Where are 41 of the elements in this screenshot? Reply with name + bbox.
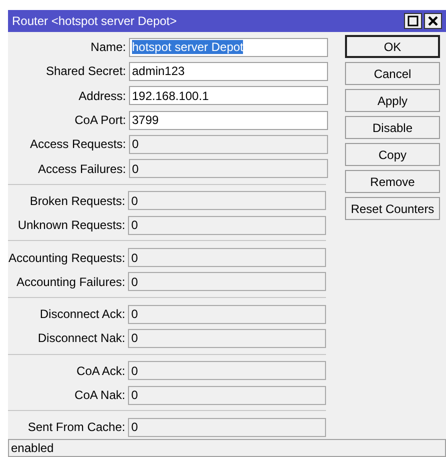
input-field[interactable]: 192.168.100.1 (129, 86, 328, 106)
dialog-button[interactable]: Cancel (345, 62, 440, 85)
input-field[interactable]: 3799 (129, 110, 328, 130)
field-label: Disconnect Nak: (36, 331, 126, 346)
field-label: CoA Nak: (74, 388, 126, 402)
readonly-field: 0 (128, 386, 326, 404)
dialog-button[interactable]: Disable (345, 116, 440, 139)
dialog-button[interactable]: Reset Counters (345, 197, 440, 220)
dialog-button[interactable]: OK (345, 35, 440, 58)
readonly-field: 0 (128, 361, 326, 380)
field-label: Address: (78, 88, 127, 103)
maximize-icon[interactable] (404, 13, 422, 29)
field-label: Name: (90, 40, 127, 54)
close-icon[interactable] (424, 13, 442, 29)
input-field[interactable]: hotspot server Depot (129, 38, 328, 57)
dialog-button[interactable]: Remove (345, 170, 440, 193)
readonly-field: 0 (129, 134, 328, 154)
readonly-field: 0 (128, 418, 326, 437)
readonly-field: 0 (128, 191, 326, 210)
field-label: Broken Requests: (28, 194, 126, 208)
readonly-field: 0 (128, 216, 326, 235)
field-label: Sent From Cache: (26, 420, 126, 434)
readonly-field: 0 (128, 328, 326, 348)
status-bar: enabled (8, 439, 446, 457)
field-label: Accounting Failures: (16, 274, 126, 289)
input-field[interactable]: admin123 (129, 62, 328, 81)
field-label: CoA Ack: (76, 364, 126, 378)
readonly-field: 0 (128, 248, 326, 268)
window-title: Router <hotspot server Depot> (12, 14, 177, 28)
field-label: Access Failures: (36, 162, 127, 176)
field-label: Access Requests: (28, 137, 127, 152)
field-label: Disconnect Ack: (38, 307, 126, 322)
field-label: Unknown Requests: (16, 218, 126, 232)
field-label: Accounting Requests: (8, 250, 126, 265)
dialog-button[interactable]: Copy (345, 143, 440, 166)
field-label: CoA Port: (74, 113, 127, 128)
readonly-field: 0 (128, 272, 326, 292)
readonly-field: 0 (128, 304, 326, 324)
readonly-field: 0 (129, 159, 328, 178)
field-label: Shared Secret: (44, 64, 127, 78)
dialog-button[interactable]: Apply (345, 89, 440, 112)
